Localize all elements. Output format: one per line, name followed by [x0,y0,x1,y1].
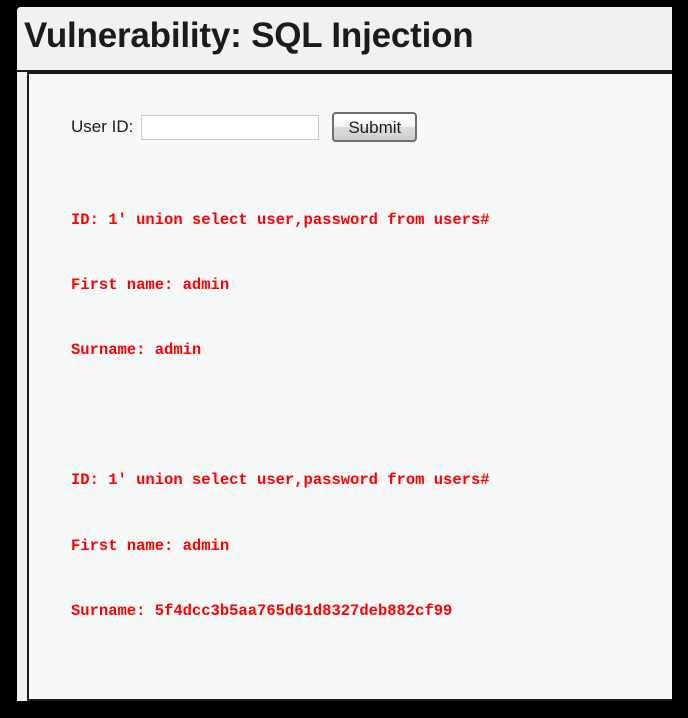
vulnerability-content-box: User ID: Submit ID: 1' union select user… [27,72,672,701]
user-id-input[interactable] [141,114,320,140]
sql-injection-form: User ID: Submit [71,112,418,142]
browser-window-frame: Vulnerability: SQL Injection User ID: Su… [0,0,688,718]
result-block: ID: 1' union select user,password from u… [71,166,671,406]
result-id-line: ID: 1' union select user,password from u… [71,210,490,229]
result-surname-line: Surname: admin [71,341,202,360]
user-id-label: User ID: [71,117,134,136]
submit-button[interactable]: Submit [332,112,418,142]
result-first-name-line: First name: admin [71,275,230,294]
query-results: ID: 1' union select user,password from u… [71,166,671,701]
result-surname-line: Surname: 5f4dcc3b5aa765d61d8327deb882cf9… [71,602,453,621]
result-first-name-line: First name: admin [71,536,230,555]
page-viewport: Vulnerability: SQL Injection User ID: Su… [17,7,672,701]
result-id-line: ID: 1' union select user,password from u… [71,471,490,490]
page-header: Vulnerability: SQL Injection [17,7,672,72]
page-title: Vulnerability: SQL Injection [24,16,474,55]
result-block: ID: 1' union select user,password from u… [71,688,671,701]
result-block: ID: 1' union select user,password from u… [71,427,671,667]
